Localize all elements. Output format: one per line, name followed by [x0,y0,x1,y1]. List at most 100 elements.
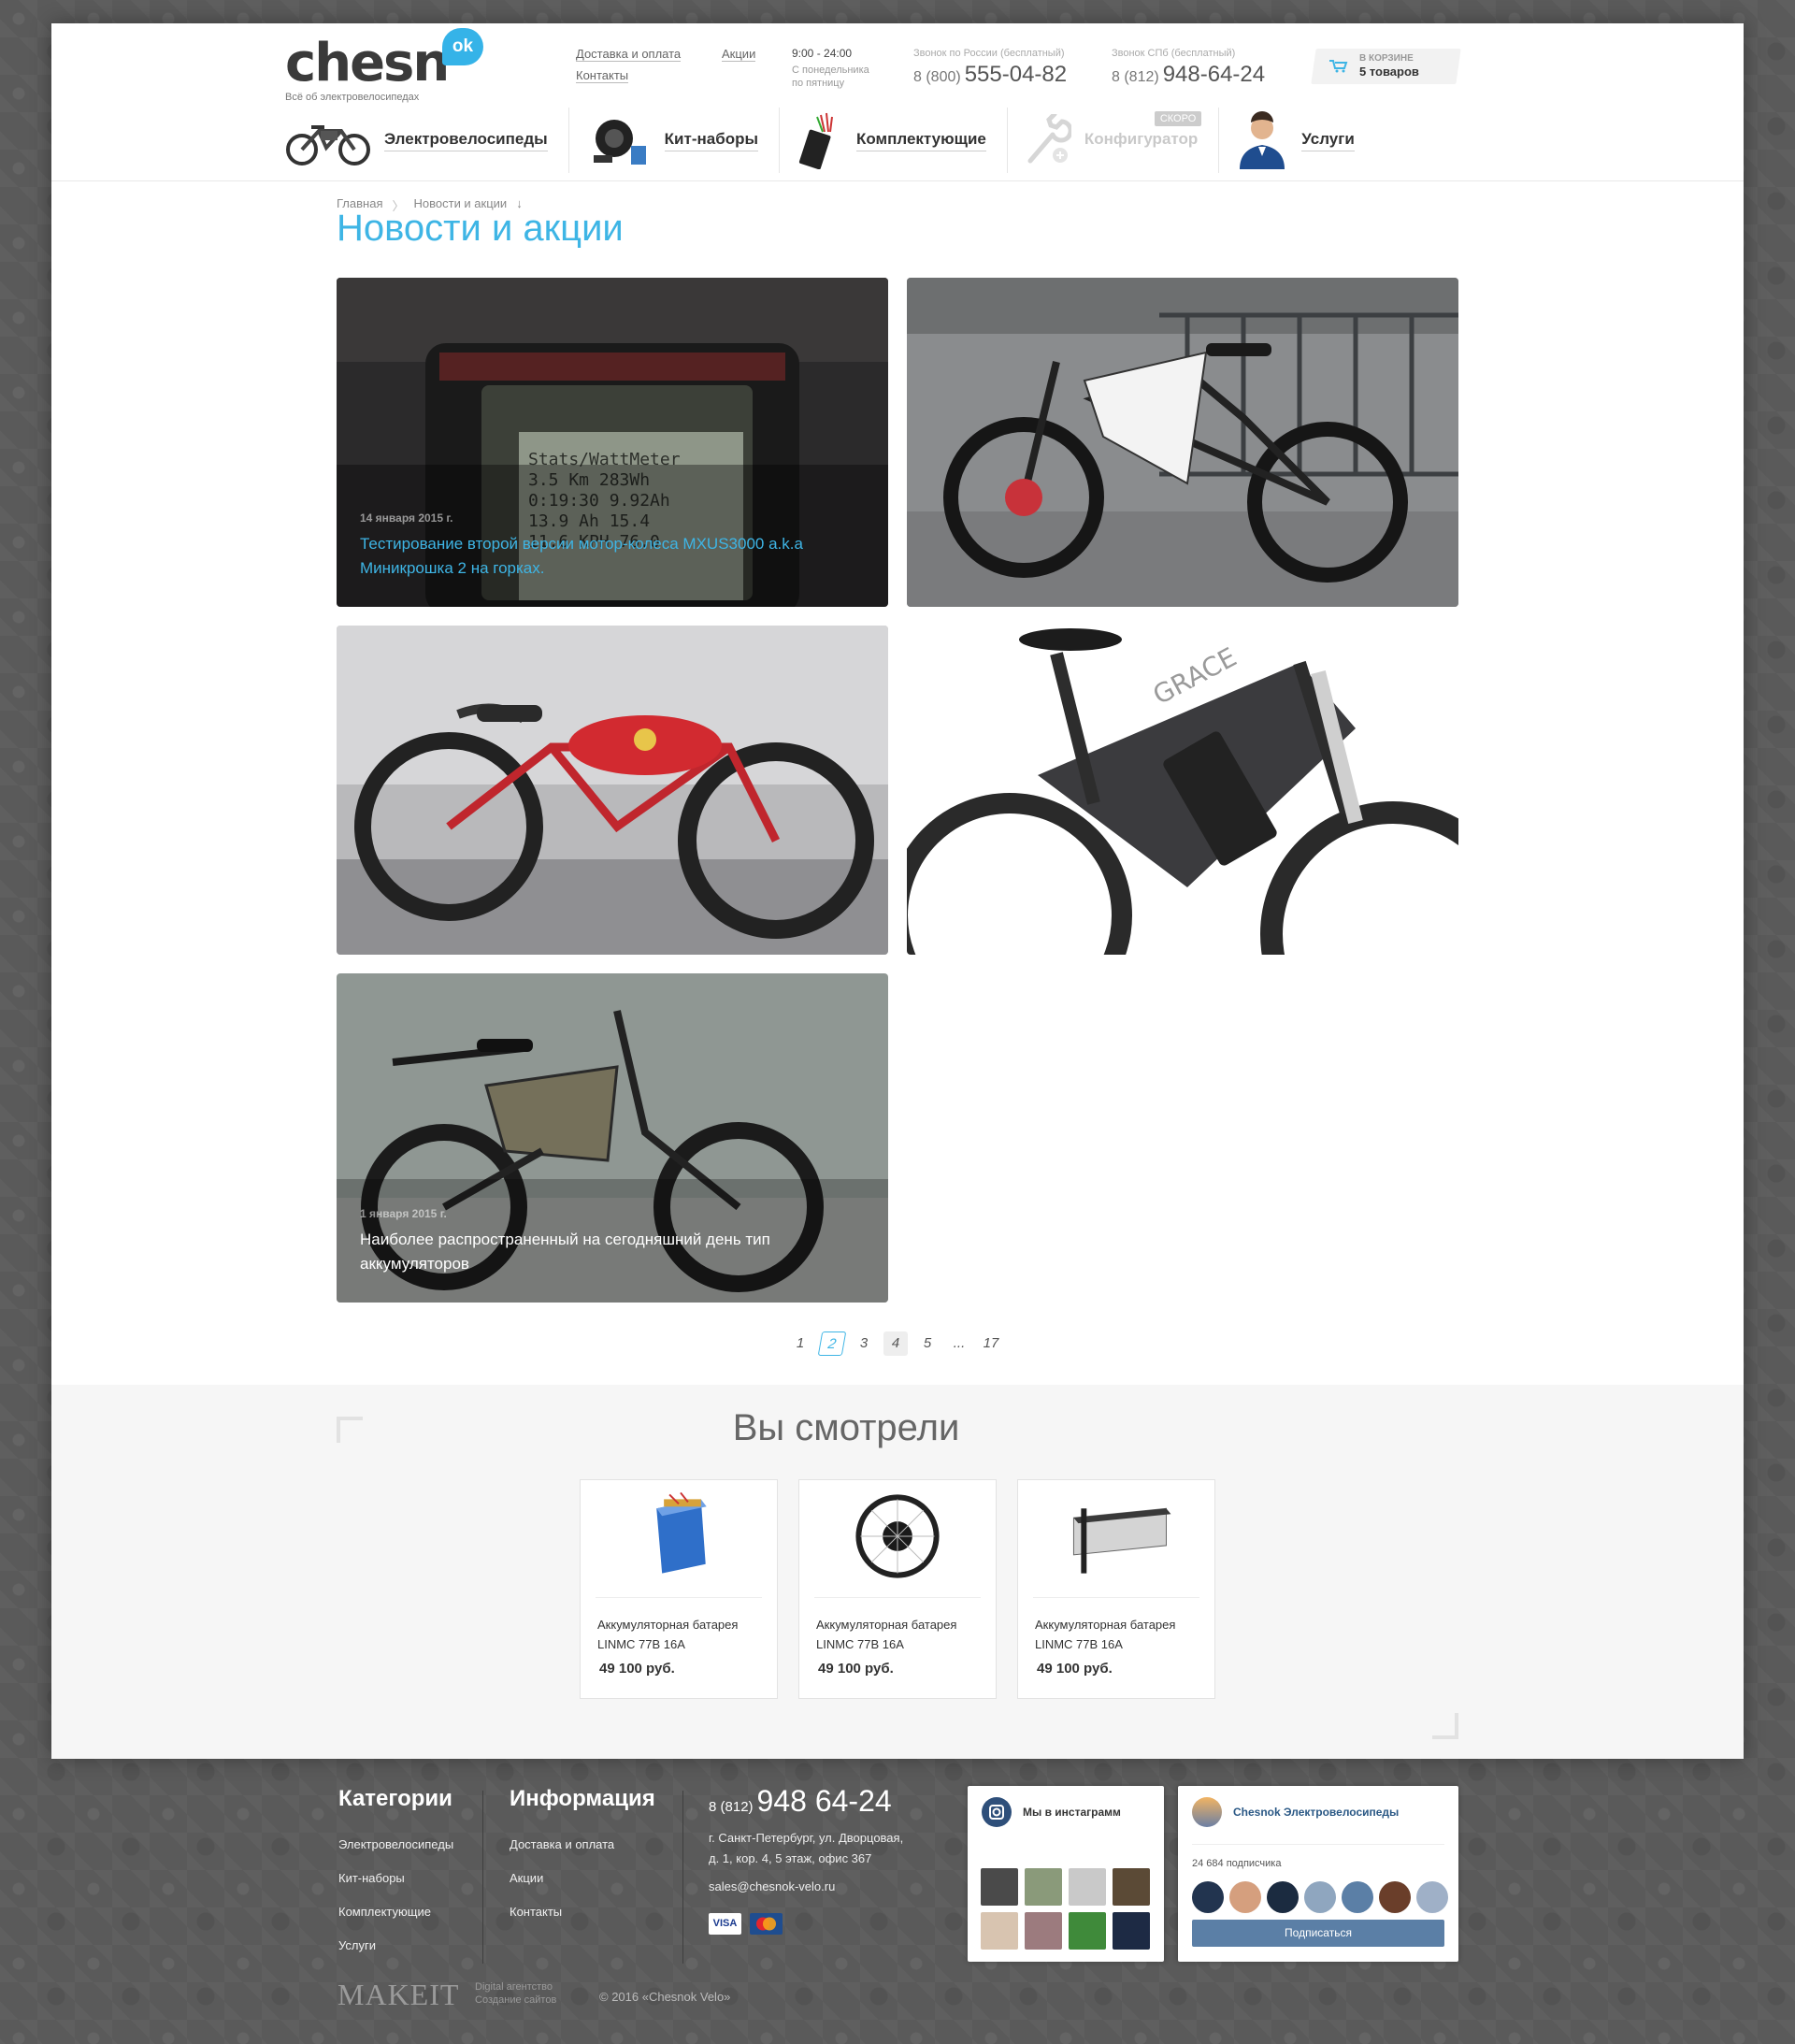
service-person-icon [1240,111,1285,169]
vk-member-avatar[interactable] [1342,1881,1373,1913]
pagination: 1 2 3 4 5 ... 17 [788,1331,1003,1356]
product-card[interactable]: Аккумуляторная батарея LINMC 77В 16А 49 1… [580,1479,778,1699]
cart-button[interactable]: в корзине 5 товаров [1329,49,1419,84]
phone-ru-prefix: 8 (800) [913,69,961,85]
hours-days-1: С понедельника [792,65,869,76]
footer-phone[interactable]: 8 (812) 948 64-24 [709,1784,892,1819]
vk-member-avatar[interactable] [1416,1881,1448,1913]
nav-item-kits[interactable]: Кит-наборы [586,108,780,173]
news-card[interactable] [907,278,1458,607]
footer-categories-list: Электровелосипеды Кит-наборы Комплектующ… [338,1828,453,1963]
footer-link-promo[interactable]: Акции [510,1862,614,1895]
working-hours: 9:00 - 24:00 С понедельника по пятницу [792,47,869,90]
phone-ru[interactable]: 8 (800) 555-04-82 [913,62,1067,88]
page-2[interactable]: 2 [817,1331,847,1356]
news-title[interactable]: Наиболее распространенный на сегодняшний… [360,1228,865,1276]
mastercard-icon [750,1913,783,1935]
news-caption: 1 января 2015 г. Наиболее распространенн… [360,1207,865,1276]
header-link-delivery[interactable]: Доставка и оплата [576,47,682,62]
phone-spb-number: 948-64-24 [1162,62,1266,87]
hours-time: 9:00 - 24:00 [792,47,853,60]
motor-wheel-icon [855,1494,940,1578]
logo[interactable]: chesn ok Всё об электровелосипедах [285,28,491,110]
news-title[interactable]: Тестирование второй версии мотор-колеса … [360,532,865,581]
footer-link-contacts[interactable]: Контакты [510,1895,614,1929]
product-name-line2: LINMC 77В 16А [597,1637,685,1651]
footer-link-ebikes[interactable]: Электровелосипеды [338,1828,453,1862]
product-name-line2: LINMC 77В 16А [816,1637,904,1651]
page-17[interactable]: 17 [979,1331,1003,1356]
instagram-photo[interactable] [1025,1912,1062,1950]
news-card[interactable] [337,626,888,955]
product-name: Аккумуляторная батарея LINMC 77В 16А [816,1615,956,1654]
instagram-photo[interactable] [1113,1912,1150,1950]
footer-address-line2: д. 1, кор. 4, 5 этаж, офис 367 [709,1851,872,1865]
nav-item-parts[interactable]: Комплектующие [797,108,1008,173]
instagram-photo[interactable] [1069,1912,1106,1950]
instagram-photo[interactable] [1069,1868,1106,1906]
soon-badge: СКОРО [1154,111,1202,126]
product-price: 49 100 руб. [599,1661,675,1677]
header-link-promo[interactable]: Акции [722,47,756,62]
vk-header: Chesnok Электровелосипеды [1192,1797,1399,1827]
hours-days-2: по пятницу [792,78,845,89]
footer-divider [482,1791,483,1964]
kit-icon [593,120,646,165]
nav-label-parts: Комплектующие [856,130,986,151]
logo-badge: ok [442,28,483,65]
footer-address: г. Санкт-Петербург, ул. Дворцовая, д. 1, … [709,1828,952,1869]
agency-logo[interactable]: MAKEIT [337,1978,459,2012]
vk-member-avatar[interactable] [1267,1881,1299,1913]
vk-member-avatar[interactable] [1229,1881,1261,1913]
instagram-photo[interactable] [1025,1868,1062,1906]
product-card[interactable]: Аккумуляторная батарея LINMC 77В 16А 49 1… [1017,1479,1215,1699]
product-divider [814,1597,981,1598]
page-1[interactable]: 1 [788,1331,812,1356]
phone-ru-label: Звонок по России (бесплатный) [913,48,1065,59]
product-name-line1: Аккумуляторная батарея [816,1618,957,1632]
instagram-photo[interactable] [1113,1868,1150,1906]
vk-subscribers: 24 684 подписчика [1192,1858,1282,1869]
instagram-photo[interactable] [981,1868,1018,1906]
page-3[interactable]: 3 [852,1331,876,1356]
news-card[interactable]: 1 января 2015 г. Наиболее распространенн… [337,973,888,1303]
instagram-photo[interactable] [981,1912,1018,1950]
vk-title[interactable]: Chesnok Электровелосипеды [1233,1806,1399,1819]
footer-link-parts[interactable]: Комплектующие [338,1895,453,1929]
agency-line2: Создание сайтов [475,1994,557,2006]
vk-member-avatar[interactable] [1192,1881,1224,1913]
cart-label: в корзине [1359,53,1414,64]
footer-phone-number: 948 64-24 [756,1784,892,1818]
copyright: © 2016 «Chesnok Velo» [599,1990,731,2004]
vk-member-avatar[interactable] [1379,1881,1411,1913]
product-divider [1033,1597,1199,1598]
news-card[interactable]: Stats/WattMeter3.5 Km 283Wh0:19:30 9.92A… [337,278,888,607]
news-date: 14 января 2015 г. [360,511,453,525]
page-5[interactable]: 5 [915,1331,940,1356]
nav-item-services[interactable]: Услуги [1236,108,1355,173]
footer-link-services[interactable]: Услуги [338,1929,453,1963]
nav-item-ebikes[interactable]: Электровелосипеды [285,108,569,173]
footer-info-title: Информация [510,1786,655,1811]
news-card[interactable]: GRACE [907,626,1458,955]
news-date: 1 января 2015 г. [360,1207,447,1220]
black-mtb-photo: GRACE [907,626,1458,955]
footer-address-line1: г. Санкт-Петербург, ул. Дворцовая, [709,1831,904,1845]
phone-spb[interactable]: 8 (812) 948-64-24 [1112,62,1265,88]
phone-spb-label: Звонок СПб (бесплатный) [1112,48,1236,59]
instagram-widget[interactable]: Мы в инстаграмм [968,1786,1164,1962]
product-card[interactable]: Аккумуляторная батарея LINMC 77В 16А 49 1… [798,1479,997,1699]
footer-link-delivery[interactable]: Доставка и оплата [510,1828,614,1862]
vk-avatar [1192,1797,1222,1827]
white-ebike-photo [907,278,1458,607]
red-cruiser-bike-photo [337,626,888,955]
cart-icon [1329,60,1348,73]
footer-link-kits[interactable]: Кит-наборы [338,1862,453,1895]
header-link-contacts[interactable]: Контакты [576,68,629,83]
vk-subscribe-button[interactable]: Подписаться [1192,1920,1444,1947]
vk-member-avatar[interactable] [1304,1881,1336,1913]
page-4[interactable]: 4 [883,1331,908,1356]
vk-widget[interactable]: Chesnok Электровелосипеды 24 684 подписч… [1178,1786,1458,1962]
phone-spb-prefix: 8 (812) [1112,69,1159,85]
footer-email[interactable]: sales@chesnok-velo.ru [709,1879,835,1893]
